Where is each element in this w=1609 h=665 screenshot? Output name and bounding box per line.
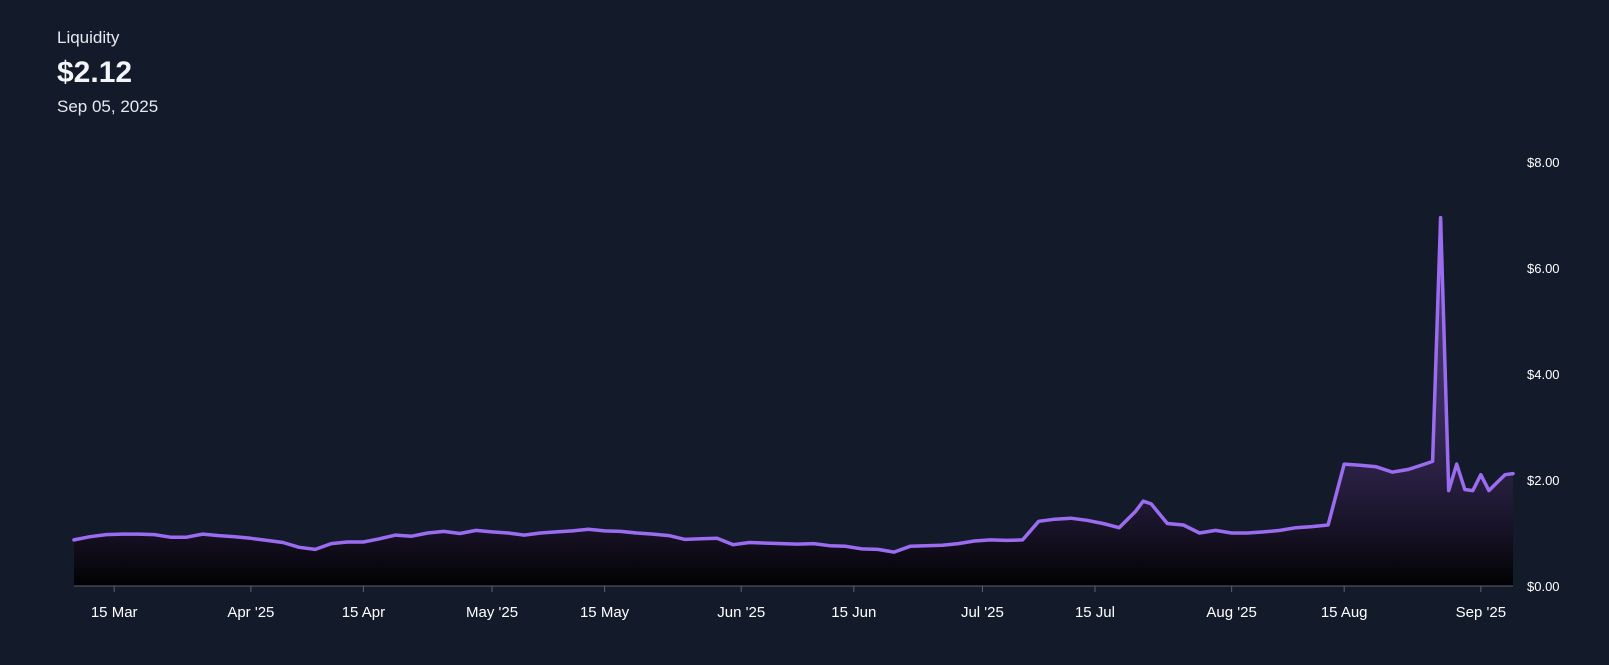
x-tick-label: 15 Jun — [831, 604, 876, 621]
liquidity-line — [72, 215, 1515, 554]
x-tick-label: Jul '25 — [961, 604, 1004, 621]
y-tick-label: $4.00 — [1527, 367, 1560, 382]
x-tick-label: 15 Aug — [1321, 604, 1368, 621]
x-tick-label: Apr '25 — [227, 604, 274, 621]
x-tick-label: May '25 — [466, 604, 518, 621]
x-tick-label: 15 Apr — [342, 604, 385, 621]
x-tick-label: Sep '25 — [1456, 604, 1506, 621]
liquidity-area — [74, 217, 1513, 586]
y-tick-label: $2.00 — [1527, 473, 1560, 488]
y-tick-label: $6.00 — [1527, 261, 1560, 276]
y-tick-label: $0.00 — [1527, 579, 1560, 594]
x-tick-label: 15 Jul — [1075, 604, 1115, 621]
x-tick-label: 15 May — [580, 604, 630, 621]
liquidity-chart[interactable]: $0.00 $2.00 $4.00 $6.00 $8.00 15 Mar Apr '25 1… — [0, 0, 1609, 665]
x-tick-label: Jun '25 — [717, 604, 765, 621]
x-tick-label: Aug '25 — [1206, 604, 1256, 621]
x-tick-label: 15 Mar — [91, 604, 138, 621]
y-tick-label: $8.00 — [1527, 155, 1560, 170]
